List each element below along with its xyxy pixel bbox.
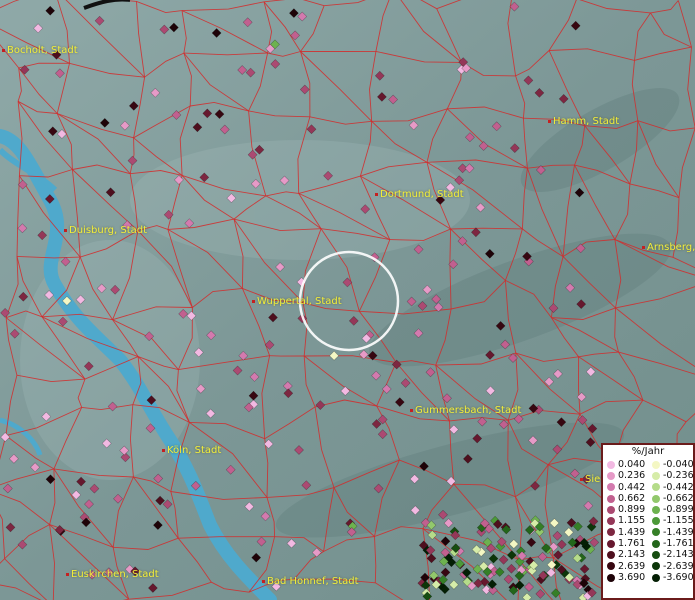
city-label: Dortmund, Stadt [375,189,464,200]
legend-item-negative: -0.236 [648,470,694,482]
legend-item-negative: -0.442 [648,481,694,493]
legend-swatch-icon [607,528,615,537]
legend-row: 3.690 -3.690 [603,571,694,583]
legend-item-positive: 1.439 [603,527,648,538]
legend-item-negative: -1.155 [648,515,694,527]
map-canvas[interactable]: Bocholt, Stadt Hamm, Stadt Dortmund, Sta… [0,0,695,600]
legend-item-positive: 0.040 [603,459,648,470]
legend-item-negative: -1.439 [648,526,694,538]
legend-label: 0.442 [618,481,646,493]
legend-label: -0.040 [663,459,694,470]
legend-swatch-icon [607,517,615,526]
city-label: Duisburg, Stadt [64,225,147,236]
legend-row: 0.662 -0.662 [603,492,694,504]
legend-row: 0.236 -0.236 [603,470,694,482]
legend-swatch-icon [607,494,615,503]
city-label: Euskirchen, Stadt [66,569,159,580]
legend-label: -3.690 [663,571,694,583]
legend-title: %/Jahr [631,446,665,457]
legend-row: 2.639 -2.639 [603,560,694,572]
city-label: Gummersbach, Stadt [410,405,521,416]
legend-swatch-icon [607,505,615,514]
legend-swatch-icon [607,460,615,469]
legend-row: 1.761 -1.761 [603,538,694,550]
legend-rows: 0.040 -0.040 0.236 -0.236 0.442 -0.442 0.662 -0… [603,459,694,583]
city-label: Hamm, Stadt [548,116,619,127]
legend-item-positive: 0.442 [603,482,648,493]
legend-row: 1.155 -1.155 [603,515,694,527]
legend-label: -1.155 [663,515,694,527]
legend-swatch-icon [652,494,660,503]
legend-item-negative: -0.662 [648,492,694,504]
legend-label: 1.439 [618,526,646,538]
legend-row: 0.899 -0.899 [603,504,694,516]
city-label: Bad Honnef, Stadt [262,576,359,587]
highlight-circle [298,250,400,352]
legend-label: 3.690 [618,571,646,583]
legend-item-positive: 0.236 [603,470,648,481]
legend-item-negative: -1.761 [648,538,694,550]
legend-label: 1.761 [618,538,646,550]
city-label: Arnsberg, [642,242,695,253]
legend-label: -1.439 [663,526,694,538]
legend-row: 2.143 -2.143 [603,549,694,561]
legend-swatch-icon [652,505,660,514]
legend-label: -0.236 [663,470,694,482]
legend-label: 2.143 [618,549,646,561]
legend-swatch-icon [652,483,660,492]
legend-item-negative: -3.690 [648,571,694,583]
legend-label: -0.662 [663,492,694,504]
legend-row: 1.439 -1.439 [603,526,694,538]
legend-label: 1.155 [618,515,646,527]
legend-swatch-icon [607,471,615,480]
legend-item-positive: 0.662 [603,493,648,504]
legend-label: -0.899 [663,504,694,516]
legend-swatch-icon [652,551,660,560]
legend-item-negative: -2.639 [648,560,694,572]
city-label: Bocholt, Stadt [2,45,78,56]
legend-swatch-icon [652,562,660,571]
legend-label: 0.236 [618,470,646,482]
legend-label: -2.143 [663,549,694,561]
legend-label: 0.899 [618,504,646,516]
legend-label: -2.639 [663,560,694,572]
legend-item-negative: -0.899 [648,504,694,516]
legend-item-positive: 2.143 [603,549,648,560]
legend-item-negative: -2.143 [648,549,694,561]
legend-swatch-icon [652,573,660,582]
legend-label: 0.662 [618,492,646,504]
legend-item-positive: 2.639 [603,561,648,572]
legend-swatch-icon [607,483,615,492]
legend-swatch-icon [652,539,660,548]
legend-label: 0.040 [618,459,646,470]
legend-swatch-icon [607,539,615,548]
legend-swatch-icon [607,562,615,571]
legend-row: 0.442 -0.442 [603,481,694,493]
legend: %/Jahr 0.040 -0.040 0.236 -0.236 0.442 -0.442… [601,443,695,600]
legend-swatch-icon [607,573,615,582]
legend-row: 0.040 -0.040 [603,459,694,470]
legend-item-positive: 1.761 [603,538,648,549]
legend-label: -1.761 [663,538,694,550]
city-label: Köln, Stadt [162,445,221,456]
legend-item-positive: 0.899 [603,504,648,515]
legend-item-positive: 1.155 [603,515,648,526]
legend-swatch-icon [652,471,660,480]
legend-label: -0.442 [663,481,694,493]
legend-swatch-icon [652,517,660,526]
city-label: Wuppertal, Stadt [252,296,342,307]
legend-item-positive: 3.690 [603,572,648,583]
legend-label: 2.639 [618,560,646,572]
legend-swatch-icon [652,528,660,537]
legend-swatch-icon [607,551,615,560]
legend-item-negative: -0.040 [648,459,694,470]
legend-swatch-icon [652,460,660,469]
